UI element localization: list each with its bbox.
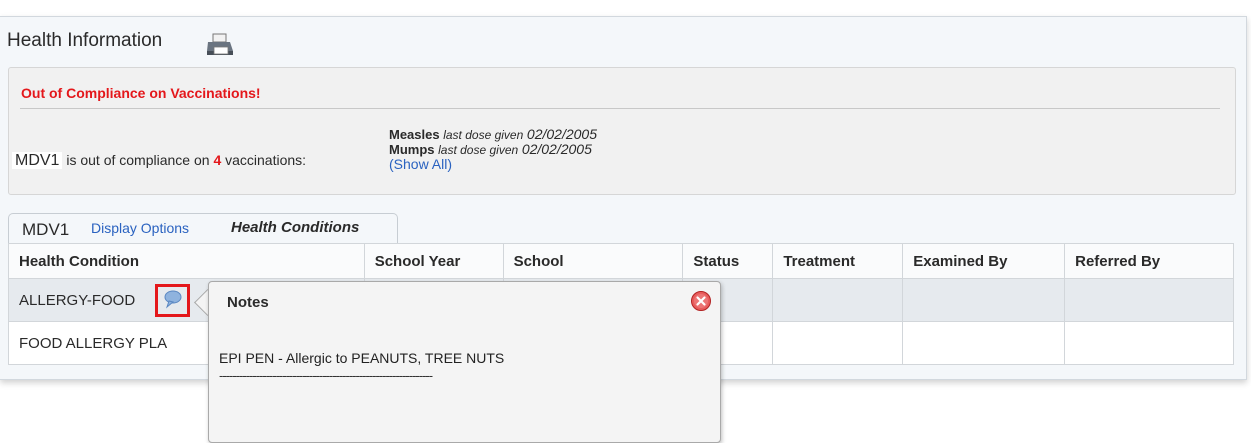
cell-examined-by: [902, 278, 1066, 322]
page-title: Health Information: [7, 30, 163, 51]
vaccine-name: Mumps: [389, 142, 435, 157]
column-header-health-condition[interactable]: Health Condition: [8, 243, 365, 279]
cell-treatment: [772, 278, 904, 322]
column-header-referred-by[interactable]: Referred By: [1064, 243, 1234, 279]
tab-display-options[interactable]: Display Options: [91, 220, 189, 236]
column-header-status[interactable]: Status: [682, 243, 774, 279]
notes-popup: Notes EPI PEN - Allergic to PEANUTS, TRE…: [208, 281, 721, 443]
compliance-summary: MDV1 is out of compliance on 4 vaccinati…: [12, 152, 306, 170]
compliance-text-end: vaccinations:: [225, 152, 307, 168]
vaccine-item: Measles last dose given 02/02/2005: [389, 127, 597, 142]
vaccine-date: 02/02/2005: [526, 126, 597, 142]
alert-divider: [20, 108, 1220, 109]
cell-referred-by: [1064, 321, 1234, 365]
cell-treatment: [772, 321, 904, 365]
tab-student: MDV1: [22, 220, 70, 239]
vaccine-list: Measles last dose given 02/02/2005 Mumps…: [389, 127, 597, 171]
student-name: MDV1: [12, 152, 63, 169]
printer-icon[interactable]: [205, 33, 235, 57]
notes-body: EPI PEN - Allergic to PEANUTS, TREE NUTS: [219, 350, 505, 366]
non-compliant-count: 4: [213, 152, 222, 168]
column-header-school[interactable]: School: [502, 243, 684, 279]
notes-highlight[interactable]: [155, 284, 190, 317]
tab-health-conditions[interactable]: Health Conditions: [231, 219, 359, 236]
vaccine-name: Measles: [389, 127, 440, 142]
notes-divider: ----------------------------------------…: [219, 368, 433, 383]
close-circle-icon[interactable]: [690, 290, 712, 312]
vaccine-note: last dose given: [443, 128, 524, 142]
alert-title: Out of Compliance on Vaccinations!: [21, 85, 261, 101]
vaccine-note: last dose given: [438, 143, 519, 157]
notes-title: Notes: [227, 294, 269, 311]
vaccine-date: 02/02/2005: [521, 141, 592, 157]
speech-bubble-icon[interactable]: [158, 287, 187, 314]
compliance-alert: Out of Compliance on Vaccinations! MDV1 …: [8, 67, 1236, 195]
tab-bar: MDV1 Display Options Health Conditions: [8, 213, 398, 244]
vaccine-item: Mumps last dose given 02/02/2005: [389, 142, 597, 157]
column-header-school-year[interactable]: School Year: [363, 243, 504, 279]
cell-examined-by: [902, 321, 1066, 365]
column-header-treatment[interactable]: Treatment: [772, 243, 904, 279]
show-all-link[interactable]: (Show All): [389, 157, 597, 171]
column-header-examined-by[interactable]: Examined By: [902, 243, 1066, 279]
compliance-text: is out of compliance on: [66, 152, 210, 168]
table-header-row: Health Condition School Year School Stat…: [8, 243, 1234, 279]
cell-referred-by: [1064, 278, 1234, 322]
